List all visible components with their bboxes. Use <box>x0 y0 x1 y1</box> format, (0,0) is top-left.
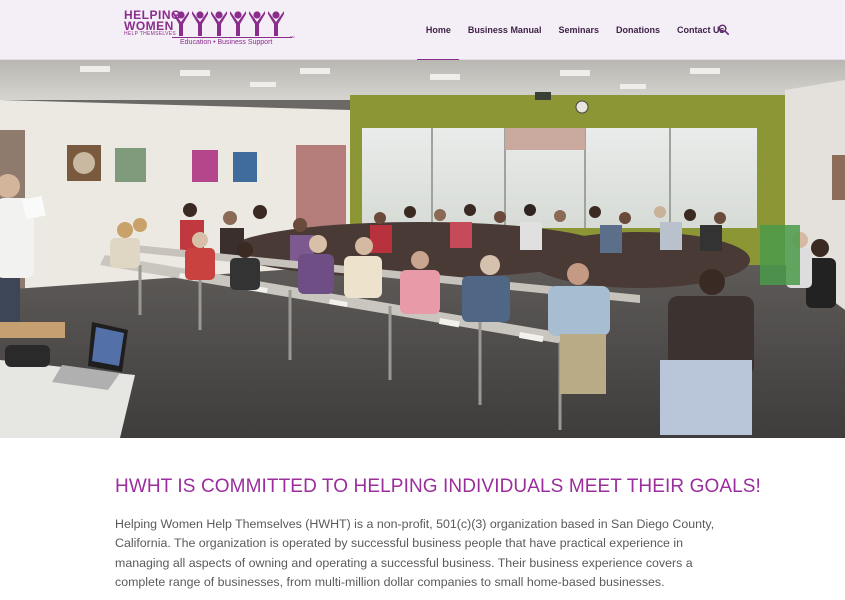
logo-service-mark: SM <box>290 35 295 39</box>
hero-slider <box>0 60 845 438</box>
nav-item-business-manual[interactable]: Business Manual <box>459 0 550 60</box>
people-figures-icon <box>172 11 292 38</box>
intro-paragraph: Helping Women Help Themselves (HWHT) is … <box>115 517 715 589</box>
nav-item-seminars[interactable]: Seminars <box>550 0 608 60</box>
main-nav: Home Business Manual Seminars Donations … <box>417 0 733 61</box>
nav-item-donations[interactable]: Donations <box>607 0 668 60</box>
search-icon[interactable] <box>718 24 729 35</box>
seminar-classroom-photo <box>0 60 845 438</box>
page-headline: HWHT IS COMMITTED TO HELPING INDIVIDUALS… <box>115 476 761 497</box>
main-content: HWHT IS COMMITTED TO HELPING INDIVIDUALS… <box>115 475 761 592</box>
site-logo[interactable]: HELPING WOMEN HELP THEMSELVES Education … <box>124 9 295 49</box>
nav-item-home[interactable]: Home <box>417 0 460 61</box>
logo-text-help-themselves: HELP THEMSELVES <box>124 31 177 37</box>
site-header: HELPING WOMEN HELP THEMSELVES Education … <box>0 0 845 61</box>
logo-tagline: Education • Business Support <box>180 39 273 46</box>
